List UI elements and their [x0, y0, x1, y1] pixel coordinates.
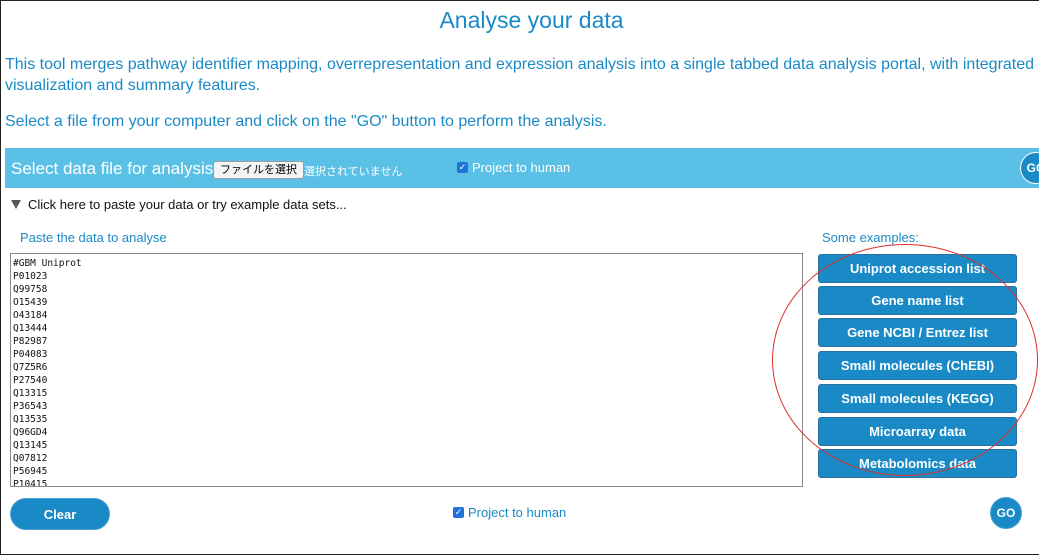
project-to-human-label-top: Project to human [472, 160, 571, 175]
paste-data-label: Paste the data to analyse [20, 230, 167, 245]
instruction-text: Select a file from your computer and cli… [5, 113, 607, 130]
file-select-label: Select data file for analysis [11, 159, 214, 178]
example-gene-ncbi-button[interactable]: Gene NCBI / Entrez list [818, 318, 1017, 347]
example-microarray-button[interactable]: Microarray data [818, 417, 1017, 446]
checkbox-checked-icon[interactable]: ✓ [453, 507, 464, 518]
go-button-bottom[interactable]: GO [990, 497, 1022, 529]
checkbox-checked-icon[interactable]: ✓ [457, 162, 468, 173]
project-to-human-label-bottom: Project to human [468, 505, 567, 520]
choose-file-button[interactable]: ファイルを選択 [213, 161, 304, 179]
triangle-down-icon [11, 200, 21, 209]
example-chebi-button[interactable]: Small molecules (ChEBI) [818, 351, 1017, 380]
examples-label: Some examples: [822, 230, 919, 245]
intro-text: This tool merges pathway identifier mapp… [5, 56, 1035, 94]
paste-data-textarea[interactable] [10, 253, 803, 487]
no-file-text: 選択されていません [304, 166, 403, 178]
paste-data-toggle[interactable]: Click here to paste your data or try exa… [11, 197, 347, 212]
paste-data-toggle-label: Click here to paste your data or try exa… [28, 197, 347, 212]
example-metabolomics-button[interactable]: Metabolomics data [818, 449, 1017, 478]
example-kegg-button[interactable]: Small molecules (KEGG) [818, 384, 1017, 413]
page-title: Analyse your data [439, 7, 624, 33]
file-select-bar: Select data file for analysis ファイルを選択 選択… [5, 148, 1039, 188]
example-uniprot-button[interactable]: Uniprot accession list [818, 254, 1017, 283]
clear-button[interactable]: Clear [10, 498, 110, 530]
project-to-human-checkbox-top[interactable]: ✓ Project to human [457, 160, 570, 175]
example-gene-name-button[interactable]: Gene name list [818, 286, 1017, 315]
project-to-human-checkbox-bottom[interactable]: ✓ Project to human [453, 505, 566, 520]
go-button-top[interactable]: GO [1020, 152, 1039, 184]
